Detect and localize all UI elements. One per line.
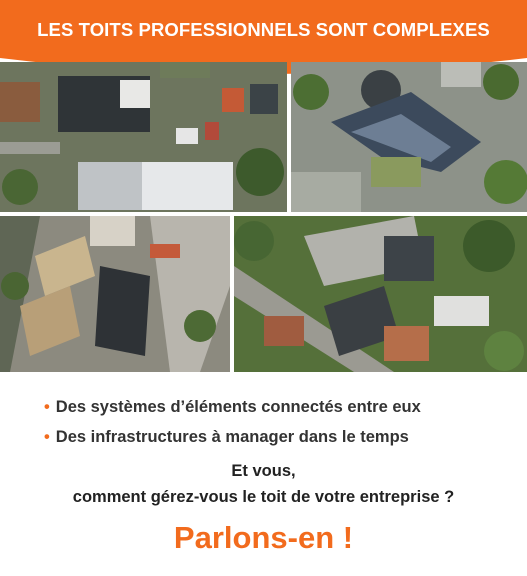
bullet-dot: • — [44, 428, 50, 446]
banner-title: LES TOITS PROFESSIONNELS SONT COMPLEXES — [37, 19, 490, 40]
question-line-2: comment gérez-vous le toit de votre entr… — [72, 488, 455, 506]
call-to-action: Parlons-en ! — [173, 520, 354, 555]
bullet-text: Des systèmes d’éléments connectés entre … — [55, 398, 421, 416]
question-line-1: Et vous, — [231, 462, 296, 480]
question-block: Et vous, comment gérez-vous le toit de v… — [0, 458, 527, 510]
bullet-item-2: • Des infrastructures à manager dans le t… — [44, 428, 409, 447]
aerial-photo-1 — [0, 62, 287, 212]
aerial-photo-4 — [234, 216, 527, 372]
bullet-dot: • — [44, 398, 50, 416]
aerial-photo-2 — [291, 62, 527, 212]
aerial-photo-3 — [0, 216, 230, 372]
bullet-item-1: • Des systèmes d’éléments connectés entre… — [44, 398, 421, 417]
bullet-text: Des infrastructures à manager dans le te… — [55, 428, 409, 446]
